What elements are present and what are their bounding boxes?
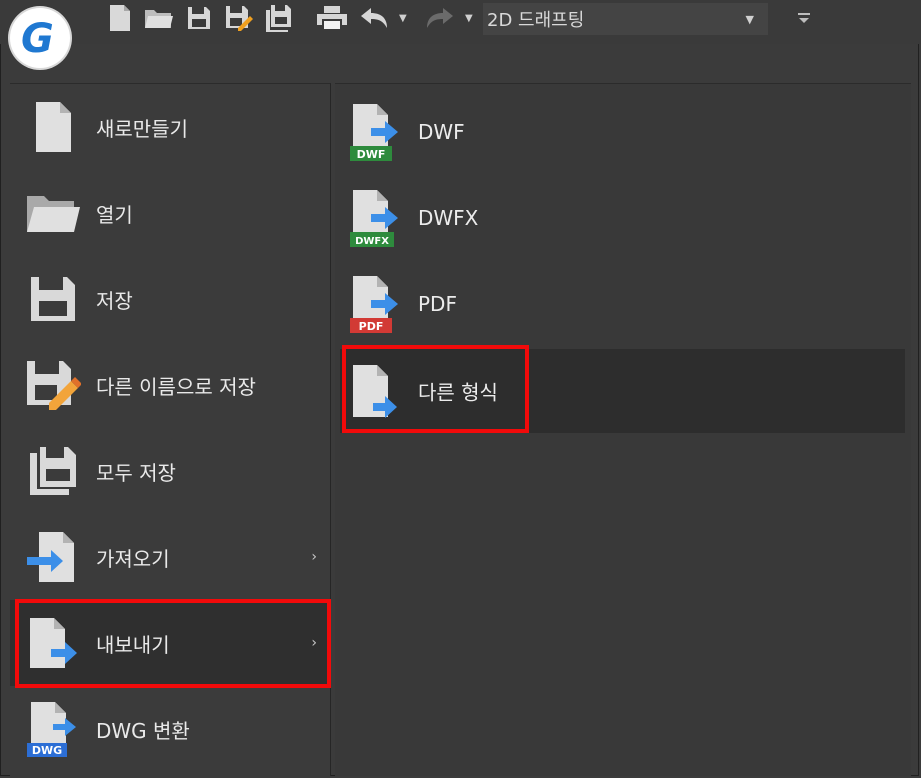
submenu-item-label: DWF	[418, 120, 465, 144]
menu-item-import[interactable]: 가져오기 ›	[10, 514, 331, 600]
menu-item-open[interactable]: 열기	[10, 170, 331, 256]
open-folder-icon[interactable]	[142, 0, 176, 36]
menu-item-label: 내보내기	[96, 632, 170, 657]
pdf-file-icon: PDF	[349, 274, 401, 334]
quick-access-toolbar: ▼ ▼ 2D 드래프팅 ▼	[0, 0, 921, 44]
dwfx-badge-label: DWFX	[355, 236, 389, 247]
menu-item-new[interactable]: 새로만들기	[10, 84, 331, 170]
chevron-down-icon: ▼	[745, 12, 754, 26]
redo-icon[interactable]	[420, 0, 458, 36]
save-as-icon[interactable]	[222, 0, 256, 36]
dwf-badge-label: DWF	[357, 148, 386, 161]
import-icon	[25, 529, 81, 585]
save-icon[interactable]	[184, 0, 214, 36]
print-icon[interactable]	[312, 0, 352, 36]
menu-item-label: DWG 변환	[96, 718, 190, 743]
export-icon	[25, 615, 81, 671]
submenu-arrow-icon: ›	[311, 635, 317, 651]
workspace-label: 2D 드래프팅	[487, 10, 585, 31]
menu-item-dwg-convert[interactable]: DWG DWG 변환	[10, 686, 331, 772]
submenu-item-label: 다른 형식	[418, 380, 498, 405]
open-folder-icon	[25, 185, 81, 241]
save-all-icon	[25, 443, 81, 499]
menu-item-label: 저장	[96, 288, 133, 313]
dwg-badge-label: DWG	[32, 744, 62, 757]
menu-item-label: 가져오기	[96, 546, 170, 571]
save-all-icon[interactable]	[262, 0, 296, 36]
menu-item-export[interactable]: 내보내기 ›	[10, 600, 331, 686]
new-document-icon	[25, 99, 81, 155]
save-as-icon	[25, 357, 81, 413]
menu-item-label: 새로만들기	[96, 116, 188, 141]
menu-item-save-as[interactable]: 다른 이름으로 저장	[10, 342, 331, 428]
save-icon	[25, 271, 81, 327]
undo-dropdown-icon[interactable]: ▼	[399, 0, 407, 36]
workspace-dropdown[interactable]: 2D 드래프팅 ▼	[483, 3, 768, 35]
new-file-icon[interactable]	[105, 0, 135, 36]
export-submenu: DWF DWF DWFX DWFX PDF PDF 다른 형식	[335, 83, 911, 776]
undo-icon[interactable]	[356, 0, 394, 36]
dwfx-file-icon: DWFX	[349, 188, 401, 248]
submenu-item-label: PDF	[418, 292, 457, 316]
dwf-file-icon: DWF	[349, 102, 401, 162]
menu-item-save-all[interactable]: 모두 저장	[10, 428, 331, 514]
dwg-convert-icon: DWG	[25, 701, 81, 757]
submenu-item-label: DWFX	[418, 206, 479, 230]
menu-item-save[interactable]: 저장	[10, 256, 331, 342]
customize-toolbar-icon[interactable]	[792, 6, 816, 32]
pdf-badge-label: PDF	[359, 320, 384, 333]
application-menu: 새로만들기 열기 저장 다른 이름으로 저장 모두 저장 가져오기 › 내보내기…	[10, 83, 331, 776]
app-logo-letter: G	[21, 16, 54, 62]
other-format-file-icon	[349, 361, 401, 421]
submenu-arrow-icon: ›	[311, 549, 317, 565]
menu-item-label: 열기	[96, 202, 133, 227]
export-other-format[interactable]: 다른 형식	[340, 349, 905, 433]
export-dwf[interactable]: DWF DWF	[340, 90, 905, 174]
app-logo[interactable]: G	[10, 8, 70, 68]
redo-dropdown-icon[interactable]: ▼	[465, 0, 473, 36]
export-dwfx[interactable]: DWFX DWFX	[340, 176, 905, 260]
export-pdf[interactable]: PDF PDF	[340, 262, 905, 346]
menu-item-label: 다른 이름으로 저장	[96, 374, 256, 399]
menu-item-label: 모두 저장	[96, 460, 176, 485]
